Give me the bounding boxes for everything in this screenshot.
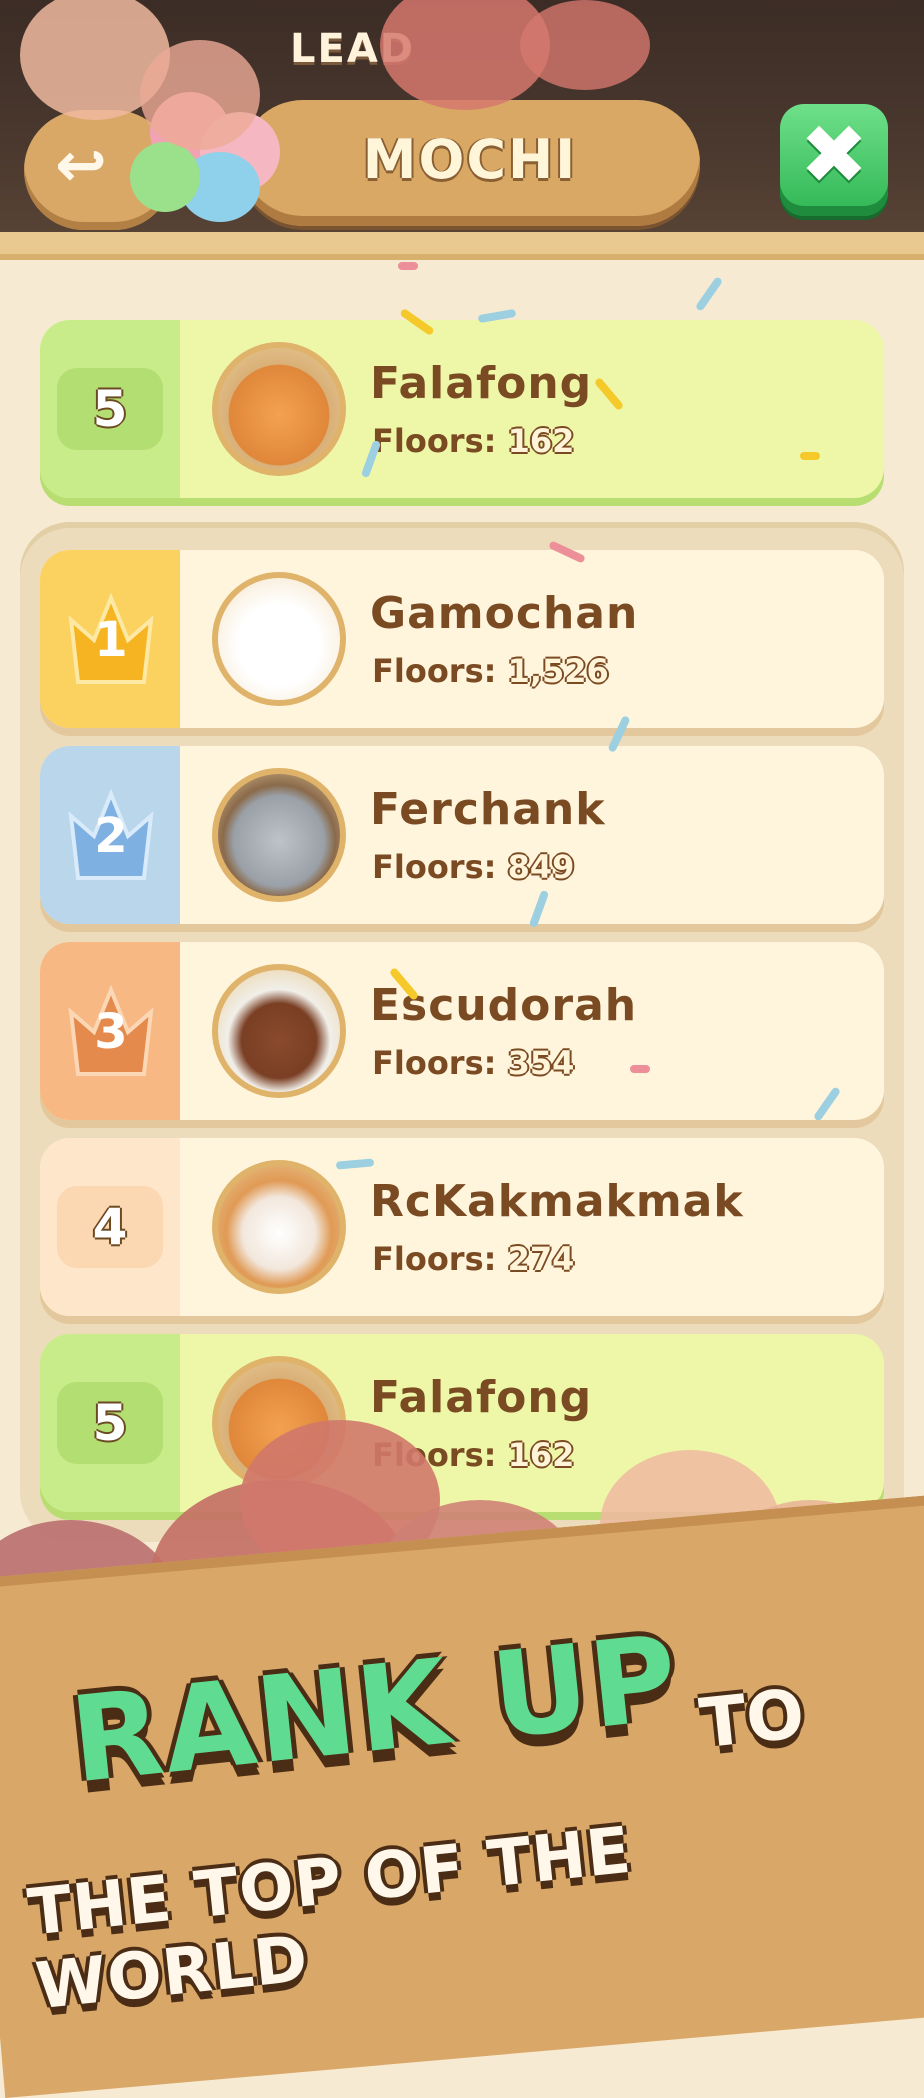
confetti xyxy=(630,1065,650,1073)
leaderboard-row-2[interactable]: 2 Ferchank Floors: 849 xyxy=(40,746,884,924)
floors-value: 1,526 xyxy=(507,652,609,690)
rank-badge: 5 xyxy=(57,1382,163,1464)
floors-value: 354 xyxy=(507,1044,575,1082)
floors-value: 162 xyxy=(507,422,575,460)
rank-badge: 4 xyxy=(57,1186,163,1268)
leaderboard-title: MOCHI xyxy=(362,128,578,191)
own-rank-row[interactable]: 5 Falafong Floors: 162 xyxy=(40,320,884,498)
floors-text: Floors: 274 xyxy=(372,1240,575,1278)
floors-value: 274 xyxy=(507,1240,575,1278)
blossom-decoration xyxy=(140,40,260,150)
floors-value: 849 xyxy=(507,848,575,886)
rank-number: 1 xyxy=(94,612,128,668)
avatar xyxy=(212,342,346,476)
avatar xyxy=(212,1160,346,1294)
confetti xyxy=(800,452,820,460)
player-name: Falafong xyxy=(370,1372,593,1423)
leaderboard-row-4[interactable]: 4 RcKakmakmak Floors: 274 xyxy=(40,1138,884,1316)
close-icon: ✖ xyxy=(799,108,869,203)
leaderboard-row-1[interactable]: 1 Gamochan Floors: 1,526 xyxy=(40,550,884,728)
leaderboard-row-3[interactable]: 3 Escudorah Floors: 354 xyxy=(40,942,884,1120)
rank-badge: 5 xyxy=(57,368,163,450)
floors-text: Floors: 354 xyxy=(372,1044,575,1082)
confetti xyxy=(398,262,418,270)
blossom-decoration xyxy=(520,0,650,90)
floors-text: Floors: 1,526 xyxy=(372,652,609,690)
floors-text: Floors: 162 xyxy=(372,422,575,460)
avatar xyxy=(212,768,346,902)
floors-value: 162 xyxy=(507,1436,575,1474)
rank-number: 3 xyxy=(94,1004,128,1060)
back-arrow-icon: ↩ xyxy=(55,128,107,201)
player-name: RcKakmakmak xyxy=(370,1176,744,1227)
player-name: Ferchank xyxy=(370,784,606,835)
avatar xyxy=(212,964,346,1098)
rank-number: 2 xyxy=(94,808,128,864)
promo-to: TO xyxy=(696,1674,809,1765)
confetti xyxy=(694,276,724,312)
floors-text: Floors: 849 xyxy=(372,848,575,886)
player-name: Gamochan xyxy=(370,588,639,639)
player-name: Falafong xyxy=(370,358,593,409)
top-bar-trim xyxy=(0,232,924,260)
avatar xyxy=(212,572,346,706)
